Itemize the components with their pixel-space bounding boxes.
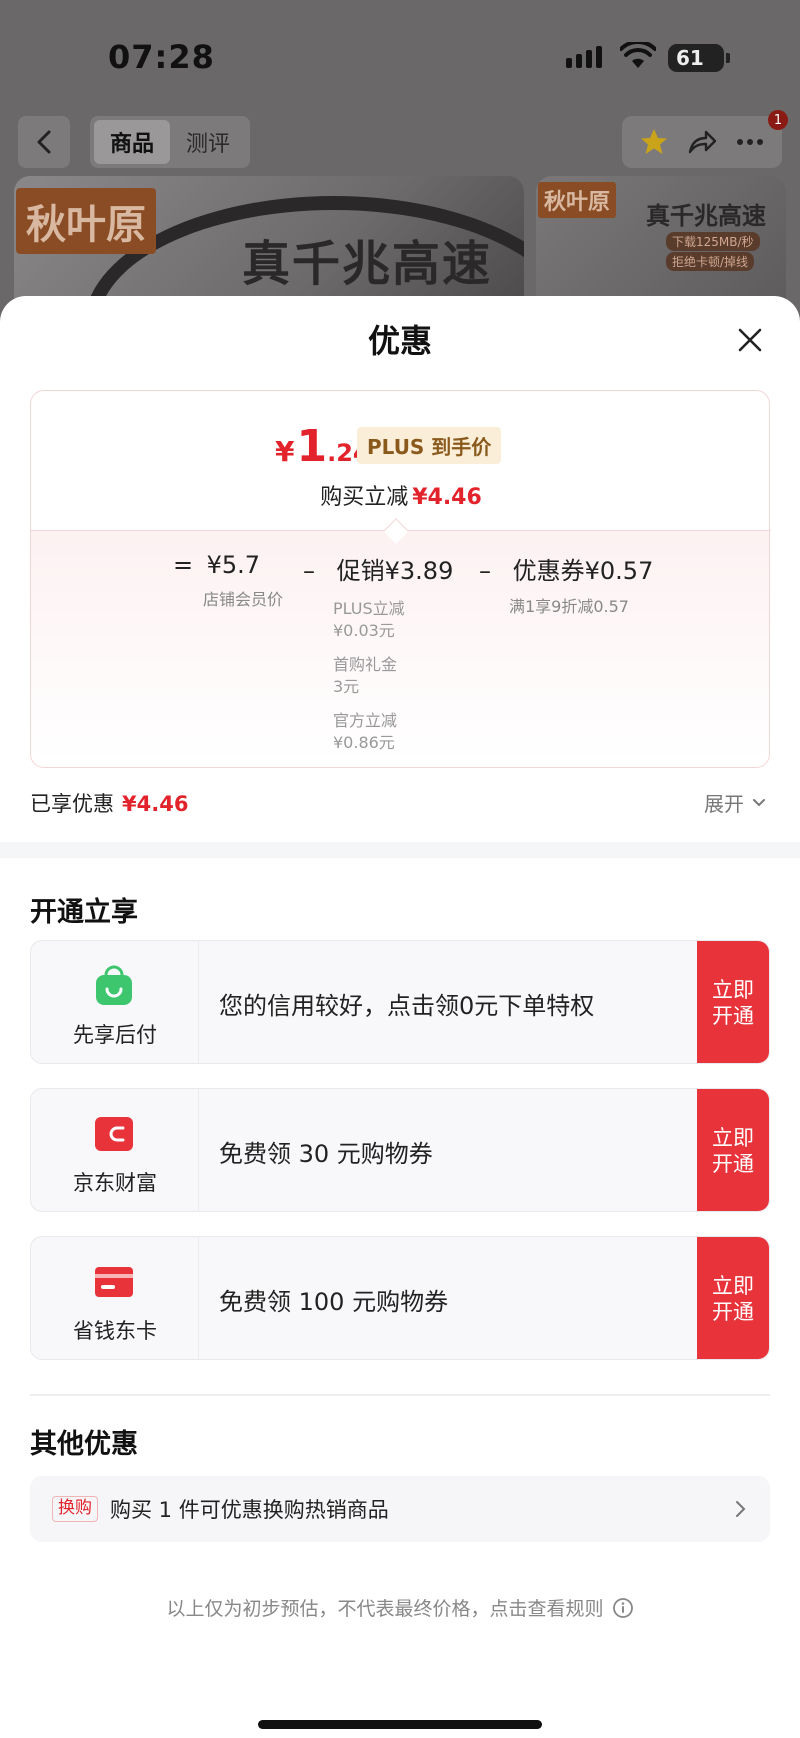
promo-item: 官方立减 ¥0.86元 [333, 711, 398, 752]
close-icon[interactable] [732, 322, 768, 358]
nav-actions: 1 [622, 110, 788, 168]
wifi-icon [620, 42, 656, 68]
share-icon[interactable] [686, 128, 718, 156]
promo-item: 首购礼金 3元 [333, 655, 398, 696]
battery-indicator: 61 [668, 44, 730, 72]
bag-icon [96, 965, 132, 1005]
section-divider [0, 842, 800, 858]
benefit-name: 省钱东卡 [73, 1319, 157, 1343]
activate-button[interactable]: 立即 开通 [697, 941, 769, 1063]
hero-slogan: 真千兆高速 [242, 236, 493, 292]
chevron-left-icon [37, 130, 51, 154]
back-button[interactable] [18, 116, 70, 168]
divider-line [30, 1394, 770, 1396]
final-price-section: ¥ 1 .24 PLUS 到手价 购买立减 ¥4.46 [31, 391, 771, 531]
plus-price-tag: PLUS 到手价 [357, 427, 502, 464]
other-discounts-title: 其他优惠 [30, 1429, 138, 1460]
price-breakdown-card: ¥ 1 .24 PLUS 到手价 购买立减 ¥4.46 = ¥5.7 店铺会员价 … [30, 390, 771, 768]
expand-button[interactable]: 展开 [704, 788, 766, 817]
chevron-right-icon [736, 1501, 746, 1517]
cellular-signal-icon [566, 46, 602, 68]
product-tab-switcher: 商品 测评 [90, 116, 250, 168]
benefit-name: 京东财富 [73, 1171, 157, 1195]
benefit-description: 您的信用较好，点击领0元下单特权 [219, 991, 595, 1020]
status-time: 07:28 [108, 38, 215, 76]
more-icon[interactable] [735, 137, 765, 147]
breakdown-promotion: – 促销¥3.89 PLUS立减 ¥0.03元 首购礼金 3元 官方立减 ¥0.86元 [303, 557, 454, 752]
chevron-down-icon [753, 798, 765, 806]
benefit-card-pay-later[interactable]: 先享后付 您的信用较好，点击领0元下单特权 立即 开通 [30, 940, 770, 1064]
trade-in-tag: 换购 [52, 1496, 98, 1522]
home-indicator [258, 1720, 542, 1729]
card-icon [95, 1267, 133, 1297]
rules-disclaimer-link[interactable]: 以上仅为初步预估，不代表最终价格，点击查看规则 [0, 1594, 800, 1621]
product-page-background: 07:28 61 商品 测评 1 秋叶原 真千兆高速 秋叶原 真千兆高速 下载1… [0, 0, 800, 320]
benefit-description: 免费领 100 元购物券 [219, 1287, 449, 1316]
instant-discount: 购买立减 ¥4.46 [320, 485, 482, 510]
status-bar: 07:28 61 [0, 0, 800, 110]
hero-side-slogan: 真千兆高速 [646, 202, 766, 230]
open-benefits-title: 开通立享 [30, 897, 138, 928]
price-breakdown: = ¥5.7 店铺会员价 – 促销¥3.89 PLUS立减 ¥0.03元 首购礼金… [31, 551, 771, 761]
final-price: ¥ 1 .24 [275, 421, 370, 472]
hero-feature-pill: 下载125MB/秒 [666, 232, 760, 251]
enjoyed-discount: 已享优惠 ¥4.46 [30, 792, 189, 816]
info-icon [612, 1597, 633, 1618]
activate-button[interactable]: 立即 开通 [697, 1089, 769, 1211]
discount-bottom-sheet: 优惠 ¥ 1 .24 PLUS 到手价 购买立减 ¥4.46 = ¥5.7 店铺会… [0, 296, 800, 1738]
activate-button[interactable]: 立即 开通 [697, 1237, 769, 1359]
benefit-description: 免费领 30 元购物券 [219, 1139, 433, 1168]
breakdown-base-price: = ¥5.7 店铺会员价 [173, 551, 284, 609]
message-badge: 1 [768, 110, 788, 130]
trade-in-offer-row[interactable]: 换购 购买 1 件可优惠换购热销商品 [30, 1476, 770, 1542]
star-icon[interactable] [639, 127, 669, 157]
tab-review[interactable]: 测评 [170, 120, 246, 164]
wallet-icon [95, 1117, 133, 1151]
breakdown-coupon: – 优惠券¥0.57 满1享9折减0.57 [479, 557, 654, 616]
hero-feature-pill: 拒绝卡顿/掉线 [666, 252, 755, 271]
product-nav-bar: 商品 测评 1 [0, 110, 800, 170]
tab-product[interactable]: 商品 [94, 120, 170, 164]
promo-item: PLUS立减 ¥0.03元 [333, 599, 405, 640]
trade-in-description: 购买 1 件可优惠换购热销商品 [110, 1498, 389, 1522]
hero-brand-logo: 秋叶原 [16, 188, 156, 254]
benefit-card-savings-card[interactable]: 省钱东卡 免费领 100 元购物券 立即 开通 [30, 1236, 770, 1360]
sheet-title: 优惠 [367, 322, 432, 360]
benefit-card-jd-wealth[interactable]: 京东财富 免费领 30 元购物券 立即 开通 [30, 1088, 770, 1212]
hero-side-brand: 秋叶原 [538, 182, 617, 218]
benefit-name: 先享后付 [73, 1023, 157, 1047]
